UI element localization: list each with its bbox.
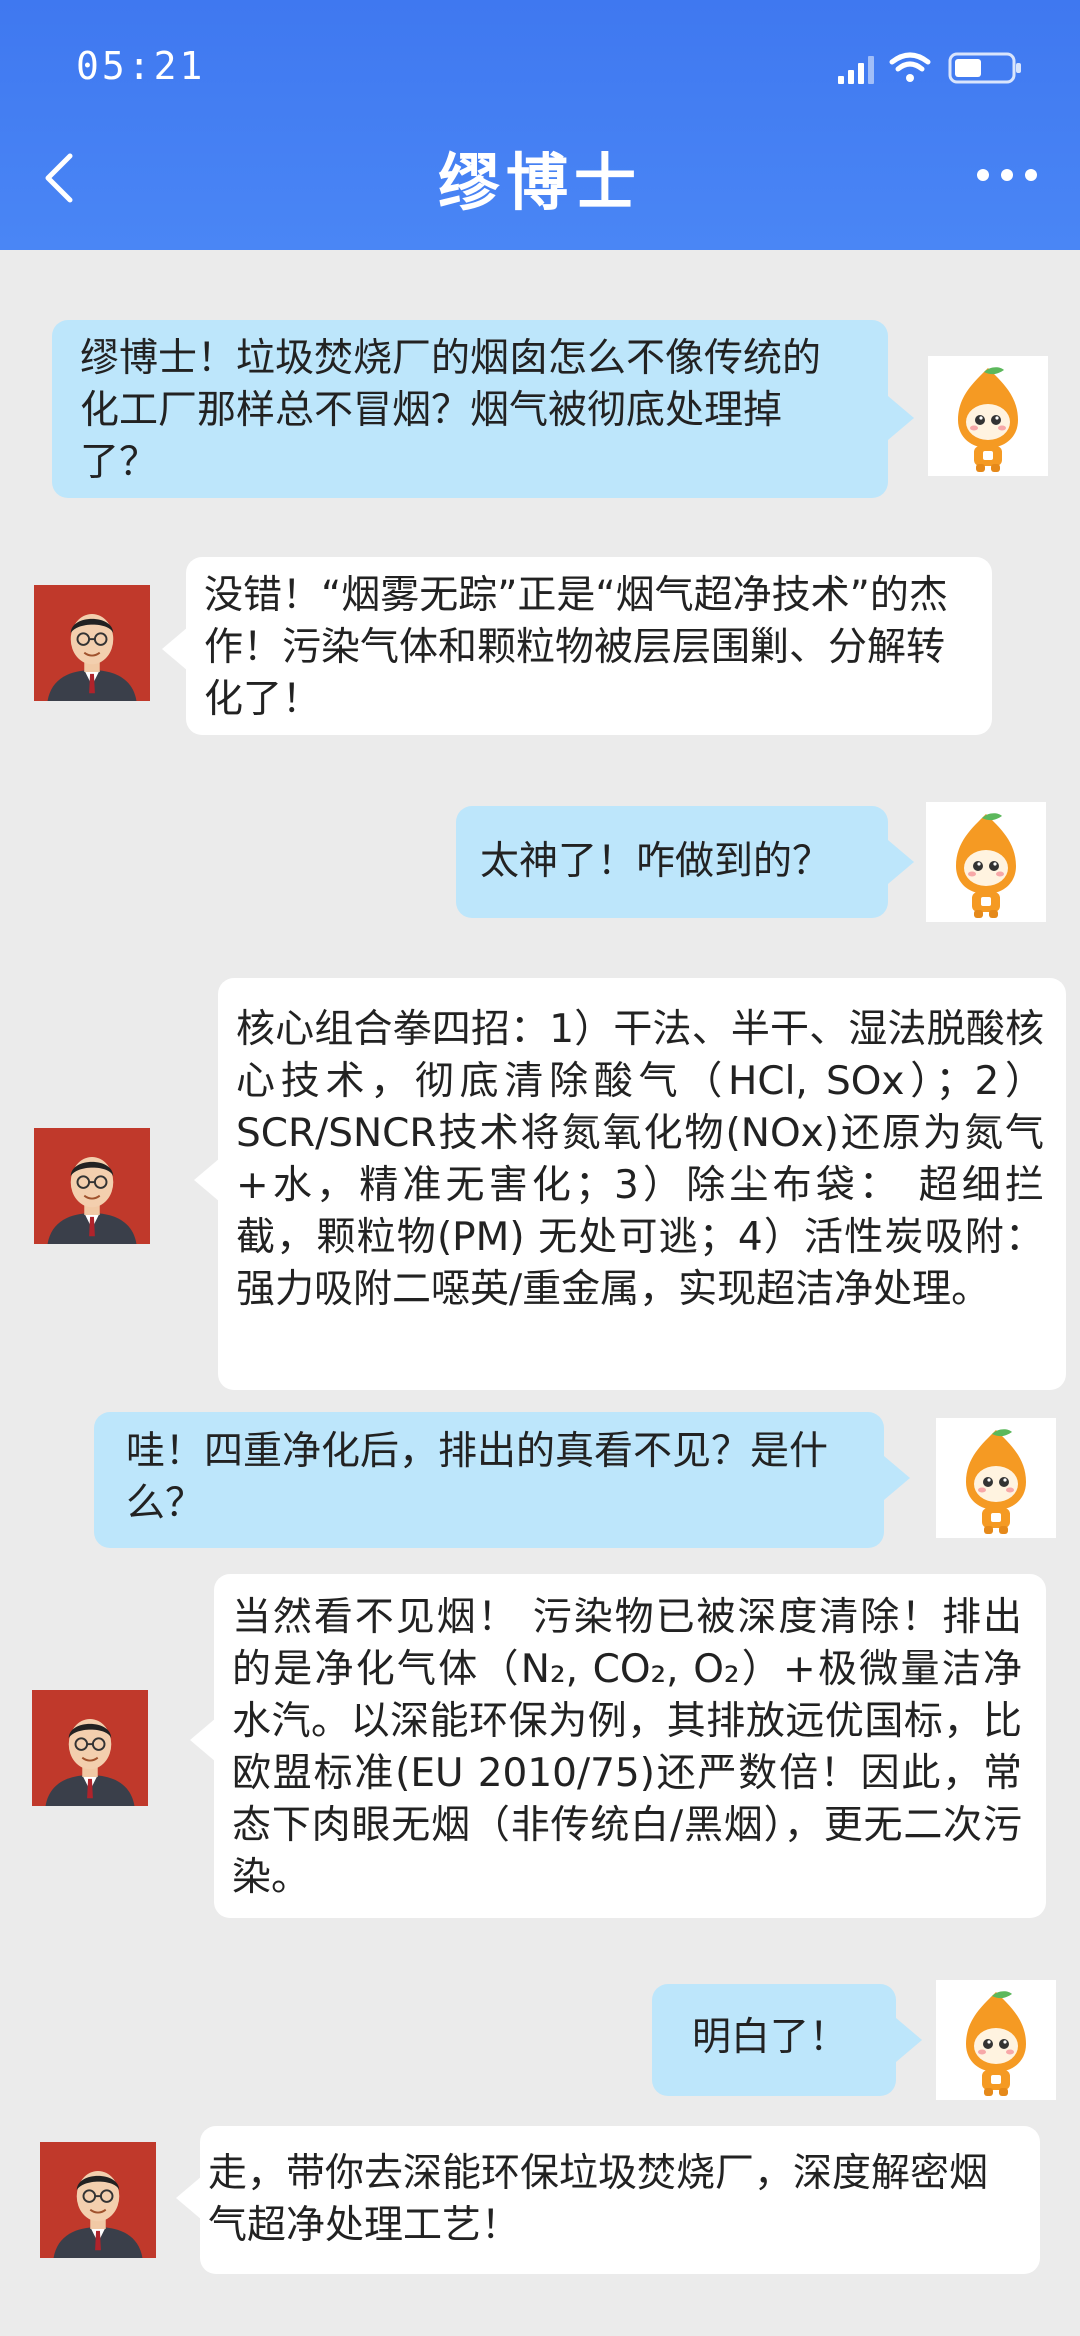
message-bubble: 当然看不见烟！ 污染物已被深度清除！排出的是净化气体（N₂, CO₂, O₂）+… (214, 1574, 1046, 1918)
message-text: 当然看不见烟！ 污染物已被深度清除！排出的是净化气体（N₂, CO₂, O₂）+… (232, 1595, 1022, 1900)
mascot-icon (958, 367, 1018, 472)
message-text: 走，带你去深能环保垃圾焚烧厂，深度解密烟气超净处理工艺！ (208, 2151, 989, 2248)
bubble-tail (888, 396, 914, 440)
bubble-tail (194, 1158, 220, 1202)
doctor-avatar[interactable] (34, 585, 150, 701)
mascot-icon (966, 1429, 1026, 1534)
bubble-tail (162, 627, 188, 671)
bubble-tail (176, 2176, 202, 2220)
doctor-avatar[interactable] (34, 1128, 150, 1244)
message-text: 明白了！ (692, 2015, 849, 2060)
signal-icon (838, 56, 874, 84)
doctor-avatar[interactable] (40, 2142, 156, 2258)
doctor-portrait-icon (34, 585, 150, 701)
wifi-icon (889, 52, 931, 82)
doctor-portrait-icon (32, 1690, 148, 1806)
app-header: 05:21 缪博士 (0, 0, 1080, 250)
bubble-tail (888, 840, 914, 884)
user-avatar[interactable] (936, 1418, 1056, 1538)
doctor-portrait-icon (40, 2142, 156, 2258)
message-text: 缪博士！垃圾焚烧厂的烟囱怎么不像传统的化工厂那样总不冒烟？烟气被彻底处理掉了？ (80, 336, 822, 485)
message-bubble: 太神了！咋做到的？ (456, 806, 888, 918)
message-bubble: 哇！四重净化后，排出的真看不见？是什么？ (94, 1412, 884, 1548)
mascot-icon (956, 813, 1016, 918)
message-bubble: 没错！“烟雾无踪”正是“烟气超净技术”的杰作！污染气体和颗粒物被层层围剿、分解转… (186, 557, 992, 735)
bubble-tail (884, 1456, 910, 1500)
message-bubble: 明白了！ (652, 1984, 896, 2096)
doctor-portrait-icon (34, 1128, 150, 1244)
message-bubble: 走，带你去深能环保垃圾焚烧厂，深度解密烟气超净处理工艺！ (200, 2126, 1040, 2274)
status-time: 05:21 (76, 44, 206, 88)
status-icons (838, 52, 1021, 84)
message-text: 哇！四重净化后，排出的真看不见？是什么？ (126, 1429, 829, 1526)
bubble-tail (190, 1718, 216, 1762)
bubble-tail (896, 2018, 922, 2062)
user-avatar[interactable] (928, 356, 1048, 476)
message-text: 太神了！咋做到的？ (480, 839, 832, 884)
user-avatar[interactable] (926, 802, 1046, 922)
mascot-icon (966, 1991, 1026, 2096)
battery-icon (948, 52, 1021, 84)
message-text: 没错！“烟雾无踪”正是“烟气超净技术”的杰作！污染气体和颗粒物被层层围剿、分解转… (204, 573, 948, 722)
message-text: 核心组合拳四招：1）干法、半干、湿法脱酸核心技术，彻底清除酸气（HCl, SOx… (236, 1007, 1044, 1312)
user-avatar[interactable] (936, 1980, 1056, 2100)
message-bubble: 缪博士！垃圾焚烧厂的烟囱怎么不像传统的化工厂那样总不冒烟？烟气被彻底处理掉了？ (52, 320, 888, 498)
page-title: 缪博士 (437, 146, 642, 219)
more-icon[interactable] (974, 160, 1040, 190)
message-bubble: 核心组合拳四招：1）干法、半干、湿法脱酸核心技术，彻底清除酸气（HCl, SOx… (218, 978, 1066, 1390)
doctor-avatar[interactable] (32, 1690, 148, 1806)
